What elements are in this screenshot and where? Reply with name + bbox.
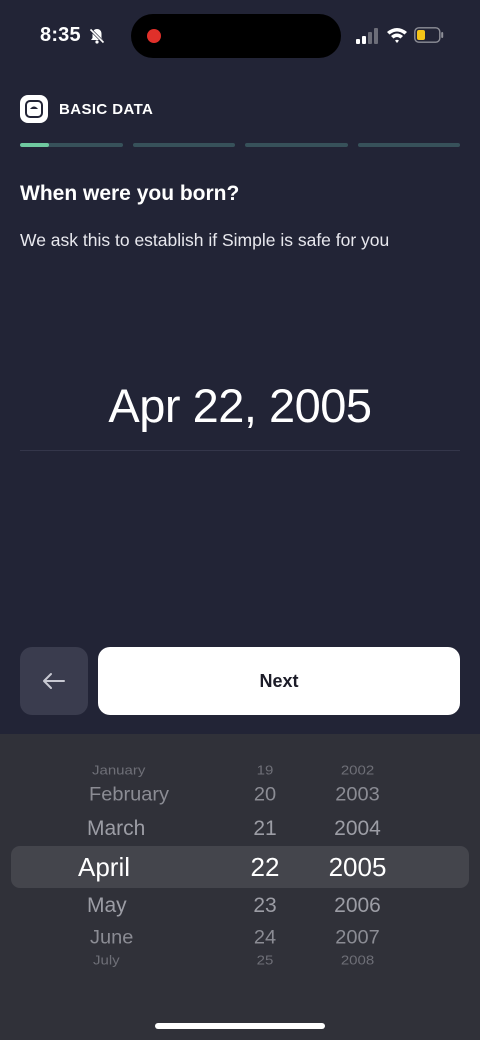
date-picker-wheel[interactable]: January February March April May June July 19 2…: [0, 734, 480, 1040]
selected-date-field[interactable]: Apr 22, 2005: [0, 378, 480, 433]
year-option[interactable]: 2006: [300, 894, 415, 918]
progress-segment: [20, 143, 123, 147]
recording-indicator-icon: [147, 29, 161, 43]
step-progress-bar: [20, 143, 460, 147]
section-header: BASIC DATA: [20, 94, 153, 124]
cellular-signal-icon: [356, 28, 378, 44]
year-option[interactable]: 2004: [300, 817, 415, 841]
status-bar: 8:35: [0, 0, 480, 72]
progress-segment: [357, 143, 460, 147]
dynamic-island: [131, 14, 341, 58]
scale-logo-icon: [20, 95, 48, 123]
year-wheel[interactable]: 2002 2003 2004 2005 2006 2007 2008: [300, 734, 415, 1040]
year-option[interactable]: 2007: [300, 928, 415, 950]
progress-segment: [132, 143, 235, 147]
year-option[interactable]: 2003: [300, 785, 415, 807]
progress-segment: [245, 143, 348, 147]
battery-low-icon: [414, 27, 444, 43]
year-option[interactable]: 2002: [300, 763, 415, 777]
section-label: BASIC DATA: [59, 100, 154, 118]
back-button[interactable]: [20, 647, 88, 715]
question-title: When were you born?: [20, 182, 240, 205]
year-option[interactable]: 2008: [300, 953, 415, 967]
question-subtitle: We ask this to establish if Simple is sa…: [20, 230, 390, 250]
home-indicator[interactable]: [155, 1023, 325, 1029]
year-option-selected[interactable]: 2005: [300, 852, 415, 883]
bell-muted-icon: [88, 27, 106, 45]
arrow-left-icon: [43, 673, 65, 689]
status-time: 8:35: [40, 24, 81, 46]
wifi-icon: [387, 28, 407, 43]
next-button[interactable]: Next: [98, 647, 460, 715]
divider: [20, 450, 460, 451]
